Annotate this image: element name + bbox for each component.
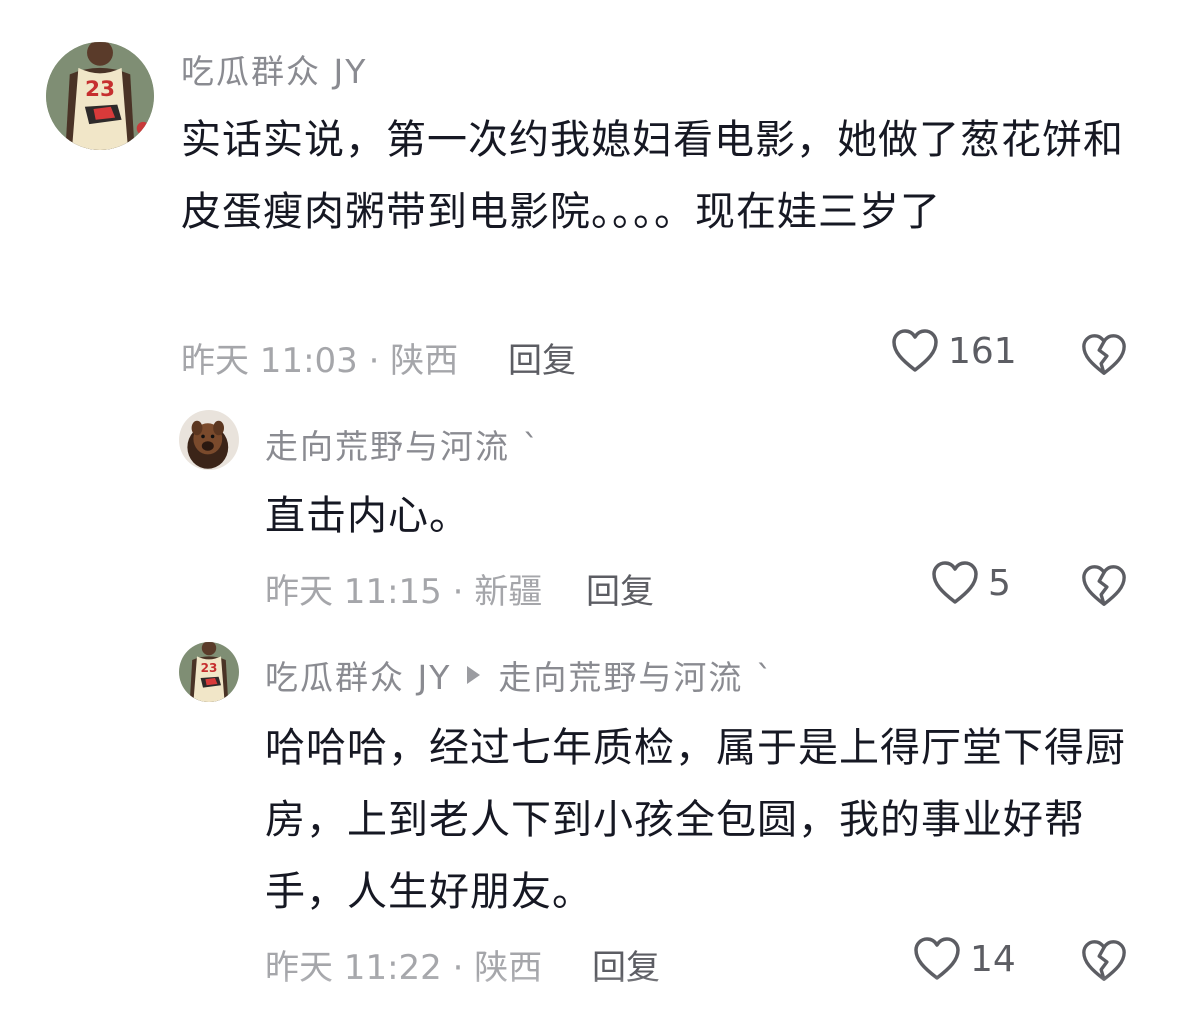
dislike-button[interactable] (1080, 938, 1128, 984)
username-text[interactable]: 吃瓜群众 JY (265, 651, 451, 699)
heart-icon (932, 561, 978, 604)
reply-arrow-icon (467, 666, 481, 684)
like-count: 14 (970, 938, 1016, 980)
dislike-button[interactable] (1080, 332, 1128, 378)
like-count: 5 (988, 562, 1011, 604)
reply-to-username[interactable]: 走向荒野与河流 ` (498, 651, 774, 699)
comment-time-location: 昨天 11:22 · 陕西 (265, 948, 543, 988)
username-text[interactable]: 吃瓜群众 JY (181, 45, 367, 93)
broken-heart-icon (1082, 940, 1126, 981)
comment-text: 实话实说，第一次约我媳妇看电影，她做了葱花饼和皮蛋瘦肉粥带到电影院。。。。现在娃… (181, 117, 1124, 235)
heart-icon (892, 329, 938, 372)
heart-icon (914, 937, 960, 980)
comment-text: 哈哈哈，经过七年质检，属于是上得厅堂下得厨房，上到老人下到小孩全包圆，我的事业好… (265, 725, 1126, 915)
broken-heart-icon (1082, 565, 1126, 606)
like-count: 161 (948, 330, 1017, 372)
user-avatar[interactable]: 23 (179, 642, 239, 702)
jersey-avatar-icon: 23 (179, 642, 239, 702)
like-button[interactable]: 14 (912, 936, 1016, 982)
dislike-button[interactable] (1080, 563, 1128, 609)
comment-text: 直击内心。 (265, 493, 470, 539)
jersey-avatar-icon: 23 (46, 42, 154, 150)
user-avatar[interactable]: 23 (46, 42, 154, 150)
reply-button[interactable]: 回复 (586, 564, 654, 613)
comment-username[interactable]: 走向荒野与河流 ` (265, 420, 541, 468)
comment-username[interactable]: 吃瓜群众 JY (181, 45, 367, 93)
svg-text:23: 23 (85, 77, 115, 102)
comment-time-location: 昨天 11:15 · 新疆 (265, 572, 543, 612)
like-button[interactable]: 161 (890, 328, 1017, 374)
username-text[interactable]: 走向荒野与河流 ` (265, 420, 541, 468)
dog-avatar-icon (179, 410, 239, 470)
broken-heart-icon (1082, 334, 1126, 375)
svg-text:23: 23 (201, 661, 218, 675)
reply-button[interactable]: 回复 (592, 940, 660, 989)
like-button[interactable]: 5 (930, 560, 1011, 606)
reply-button[interactable]: 回复 (508, 333, 576, 382)
user-avatar[interactable] (179, 410, 239, 470)
comment-time-location: 昨天 11:03 · 陕西 (181, 341, 459, 381)
comment-username: 吃瓜群众 JY 走向荒野与河流 ` (265, 651, 774, 699)
